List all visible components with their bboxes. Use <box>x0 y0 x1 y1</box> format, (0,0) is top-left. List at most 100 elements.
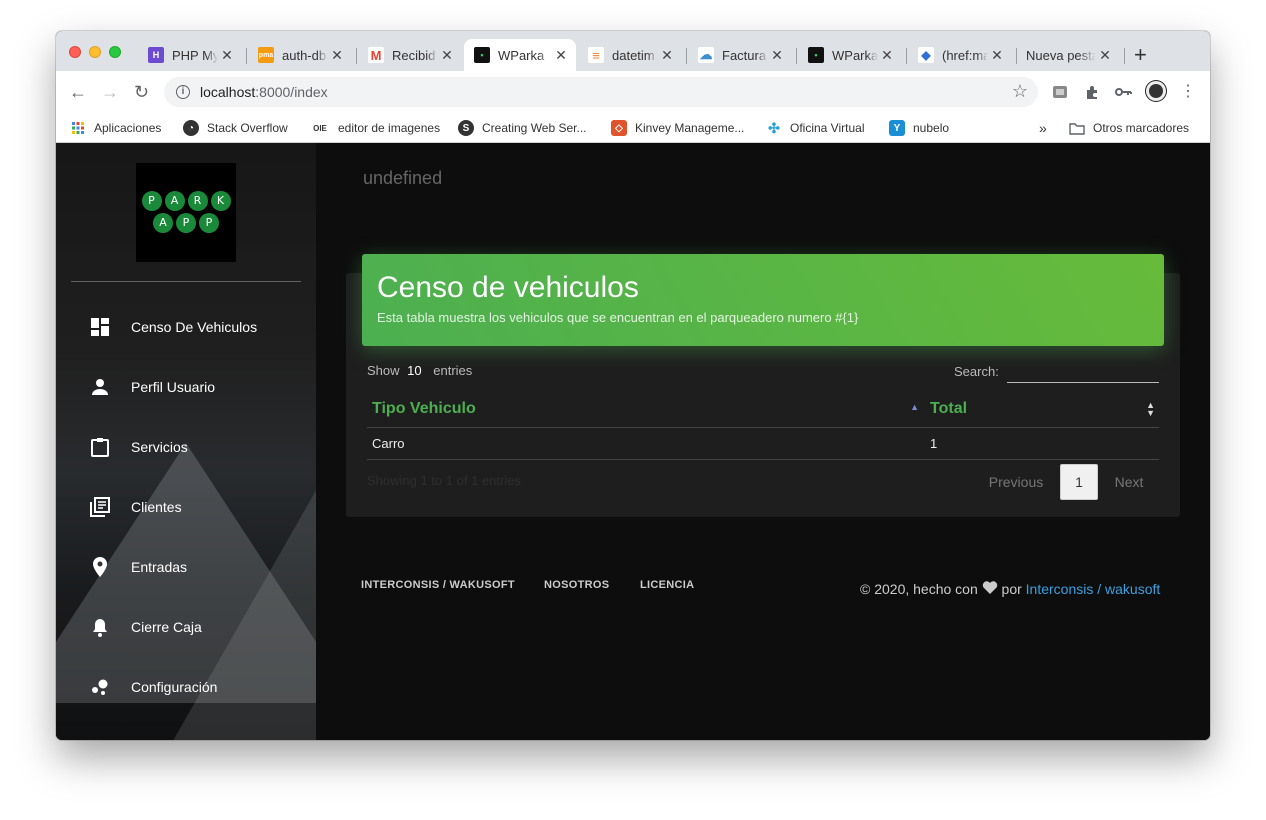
bookmark-stack-overflow[interactable]: ◔ Stack Overflow <box>183 118 288 138</box>
entries-length-control[interactable]: Show 10 entries <box>367 363 472 378</box>
tab-close-icon[interactable]: ✕ <box>1096 47 1114 64</box>
footer-link-interconsis[interactable]: INTERCONSIS / WAKUSOFT <box>361 579 515 591</box>
puzzle-extensions-icon[interactable] <box>1083 83 1101 101</box>
next-page-button[interactable]: Next <box>1104 464 1154 500</box>
browser-tab[interactable]: M Recibid ✕ <box>358 39 462 71</box>
bookmark-nubelo[interactable]: Y nubelo <box>889 118 949 138</box>
tab-close-icon[interactable]: ✕ <box>878 47 896 64</box>
maximize-window-button[interactable] <box>109 46 121 58</box>
bookmark-star-icon[interactable]: ☆ <box>1012 81 1028 102</box>
profile-avatar-icon[interactable] <box>1145 80 1167 102</box>
tab-title: Nueva pesta <box>1026 47 1096 63</box>
extension-icon[interactable] <box>1051 83 1069 101</box>
footer-link-licencia[interactable]: LICENCIA <box>640 579 694 591</box>
person-icon <box>89 376 111 398</box>
search-label: Search: <box>954 364 999 379</box>
browser-window: H PHP My ✕ pma auth-db ✕ M Recibid ✕ ▪ W… <box>56 31 1210 740</box>
page-content: P A R K A P P Censo De Vehiculos Perfil … <box>56 143 1210 740</box>
browser-tab[interactable]: ≡ datetim ✕ <box>578 39 682 71</box>
entries-label: entries <box>433 363 473 378</box>
tab-close-icon[interactable]: ✕ <box>768 47 786 64</box>
stackoverflow-favicon-icon: ≡ <box>588 47 604 63</box>
table-cell: Carro <box>367 427 925 460</box>
browser-tab[interactable]: ◆ (href:ma ✕ <box>908 39 1012 71</box>
sidebar-item-cierre-caja[interactable]: Cierre Caja <box>56 607 316 647</box>
bookmark-label: nubelo <box>913 121 950 135</box>
browser-tab[interactable]: ▪ WParka ✕ <box>798 39 902 71</box>
new-tab-button[interactable]: + <box>1134 43 1147 67</box>
sidebar: P A R K A P P Censo De Vehiculos Perfil … <box>56 143 316 740</box>
sidebar-item-entradas[interactable]: Entradas <box>56 547 316 587</box>
address-bar[interactable]: i localhost:8000/index ☆ <box>164 77 1038 107</box>
tab-close-icon[interactable]: ✕ <box>438 47 456 64</box>
bookmark-oficina-virtual[interactable]: ✣ Oficina Virtual <box>766 118 864 138</box>
phpmyadmin-favicon-icon: H <box>148 47 164 63</box>
sidebar-item-perfil[interactable]: Perfil Usuario <box>56 367 316 407</box>
oficina-icon: ✣ <box>768 119 780 136</box>
footer-link-nosotros[interactable]: NOSOTROS <box>544 579 609 591</box>
nubelo-icon: Y <box>889 120 905 136</box>
browser-tab[interactable]: pma auth-db ✕ <box>248 39 352 71</box>
tab-close-icon[interactable]: ✕ <box>988 47 1006 64</box>
sidebar-item-label: Perfil Usuario <box>131 379 216 395</box>
column-header-tipo-vehiculo[interactable]: Tipo Vehiculo ▲ <box>367 391 925 428</box>
other-bookmarks[interactable]: Otros marcadores <box>1069 118 1189 138</box>
column-header-total[interactable]: Total ▲ ▼ <box>925 391 1159 428</box>
sidebar-item-label: Cierre Caja <box>131 619 202 635</box>
tab-close-icon[interactable]: ✕ <box>552 47 570 64</box>
kinvey-icon: ◇ <box>611 120 627 136</box>
browser-tab-active[interactable]: ▪ WParka ✕ <box>464 39 576 71</box>
bookmarks-overflow-button[interactable]: » <box>1039 118 1047 138</box>
tab-close-icon[interactable]: ✕ <box>218 47 236 64</box>
library-books-icon <box>89 496 111 518</box>
browser-tab[interactable]: H PHP My ✕ <box>138 39 242 71</box>
logo-letter: A <box>153 213 173 233</box>
sidebar-item-configuracion[interactable]: Configuración <box>56 667 316 707</box>
minimize-window-button[interactable] <box>89 46 101 58</box>
logo-letter: R <box>187 191 208 211</box>
park-app-logo[interactable]: P A R K A P P <box>136 163 236 262</box>
location-pin-icon <box>89 556 111 578</box>
dashboard-icon <box>89 316 111 338</box>
entries-select[interactable]: 10 <box>407 363 421 378</box>
reload-icon[interactable]: ↻ <box>134 81 149 103</box>
info-icon[interactable]: i <box>176 85 190 99</box>
column-label: Total <box>930 399 968 417</box>
bookmark-kinvey[interactable]: ◇ Kinvey Manageme... <box>611 118 744 138</box>
bookmark-label: Kinvey Manageme... <box>635 121 745 135</box>
bookmark-label: editor de imagenes <box>338 121 441 135</box>
stackoverflow-icon: ◔ <box>183 120 199 136</box>
sort-both-icon: ▲ ▼ <box>1146 400 1155 418</box>
cloud-favicon-icon: ☁ <box>698 47 714 63</box>
folder-icon <box>1069 120 1085 136</box>
bubble-chart-icon <box>89 676 111 698</box>
bookmark-aplicaciones[interactable]: Aplicaciones <box>70 118 161 138</box>
sidebar-item-clientes[interactable]: Clientes <box>56 487 316 527</box>
column-label: Tipo Vehiculo <box>372 399 476 417</box>
search-input[interactable] <box>1007 361 1159 383</box>
tab-close-icon[interactable]: ✕ <box>328 47 346 64</box>
browser-tab[interactable]: ☁ Factura ✕ <box>688 39 792 71</box>
page-1-button[interactable]: 1 <box>1060 464 1098 500</box>
browser-tab[interactable]: Nueva pesta ✕ <box>1008 39 1120 71</box>
bookmark-creating-web[interactable]: S Creating Web Ser... <box>458 118 587 138</box>
sidebar-divider <box>71 281 301 282</box>
table-row: Carro 1 <box>367 427 1159 460</box>
tab-title: WParka <box>832 47 878 63</box>
bookmark-editor-imagenes[interactable]: OIE editor de imagenes <box>310 118 440 138</box>
url-path: :8000/index <box>255 84 328 100</box>
bookmarks-bar: Aplicaciones ◔ Stack Overflow OIE editor… <box>56 113 1210 143</box>
pma-favicon-icon: pma <box>258 47 274 63</box>
bookmark-label: Oficina Virtual <box>790 121 865 135</box>
forward-arrow-icon[interactable]: → <box>101 81 119 103</box>
close-window-button[interactable] <box>69 46 81 58</box>
key-icon[interactable] <box>1115 83 1133 101</box>
sidebar-item-servicios[interactable]: Servicios <box>56 427 316 467</box>
back-arrow-icon[interactable]: ← <box>69 81 87 103</box>
browser-menu-icon[interactable]: ⋮ <box>1180 81 1196 103</box>
sidebar-item-censo[interactable]: Censo De Vehiculos <box>56 307 316 347</box>
previous-page-button[interactable]: Previous <box>976 464 1056 500</box>
copyright-link[interactable]: Interconsis / wakusoft <box>1026 581 1161 597</box>
copyright-text: © 2020, hecho con <box>860 581 978 597</box>
tab-close-icon[interactable]: ✕ <box>658 47 676 64</box>
